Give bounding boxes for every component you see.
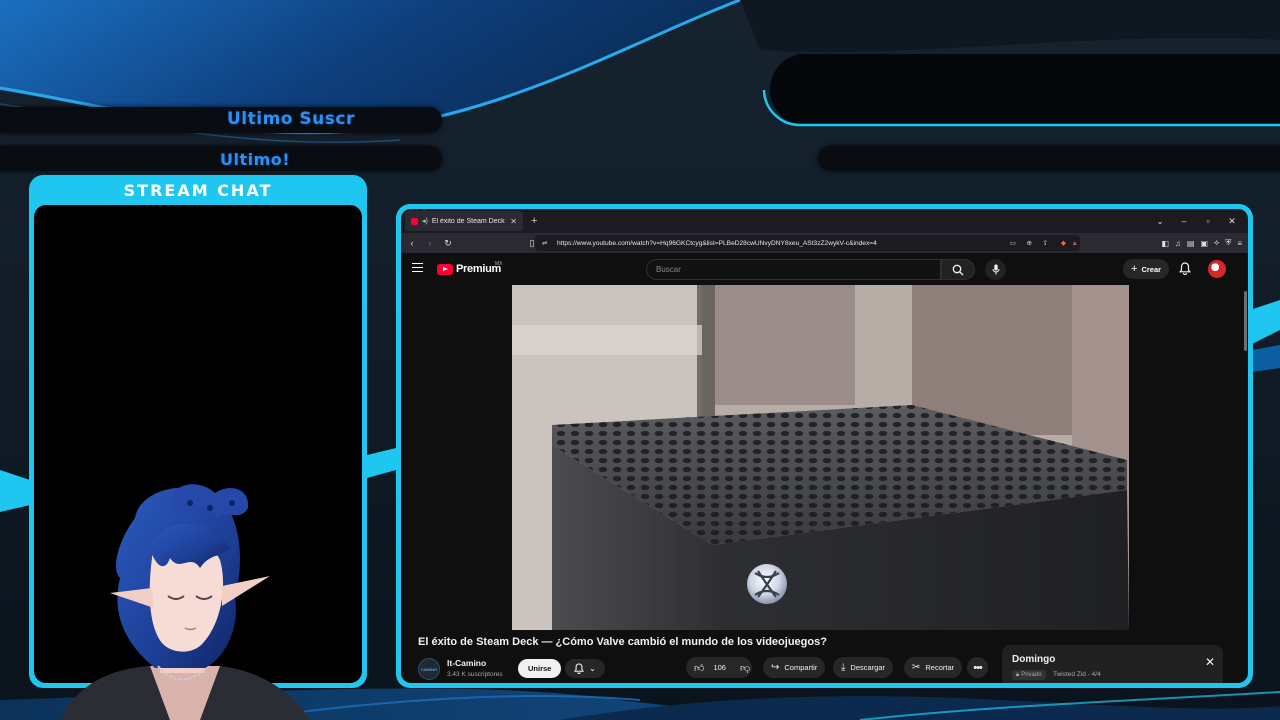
channel-avatar-text: CAMINO — [421, 666, 437, 672]
like-count: 106 — [713, 663, 726, 672]
navigation-bar: ‹ › ↻ ▯ ⇌ https://www.youtube.com/watch?… — [401, 233, 1248, 253]
right-info-bar — [818, 146, 1280, 171]
wallet-icon[interactable]: ⟡ — [1214, 238, 1219, 248]
privacy-label: Privado — [1021, 672, 1042, 678]
video-player[interactable] — [512, 285, 1129, 630]
bell-icon — [574, 663, 585, 674]
clip-button[interactable]: ✂ Recortar — [904, 657, 963, 678]
screenshot-icon[interactable]: ▭ — [1010, 239, 1016, 247]
menu-icon[interactable]: ≡ — [1237, 239, 1242, 248]
close-window-icon[interactable]: ✕ — [1220, 216, 1244, 227]
channel-name[interactable]: It-Camino — [447, 658, 486, 668]
more-icon: ••• — [973, 661, 983, 674]
alert-icon[interactable]: ▲ — [1071, 240, 1078, 247]
create-label: Crear — [1141, 264, 1162, 274]
notifications-button[interactable] — [1179, 262, 1191, 280]
last-subscriber-label: Ultimo Suscr — [227, 109, 355, 129]
youtube-favicon-icon — [411, 217, 418, 225]
playlist-panel[interactable]: Domingo 🔒︎ Privado Twisted Zid - 4/4 ✕ — [1002, 645, 1223, 683]
share-icon[interactable]: ⇪ — [1042, 239, 1048, 247]
privacy-badge: 🔒︎ Privado — [1012, 670, 1046, 680]
minimize-icon[interactable]: – — [1172, 216, 1196, 226]
tab-title: El éxito de Steam Deck — ¿Có — [431, 217, 506, 225]
sidebar-icon[interactable]: ◧ — [1161, 239, 1169, 248]
like-button[interactable]: 👍︎ 106 👎︎ — [686, 657, 752, 678]
chevron-down-icon[interactable]: ⌄ — [1148, 216, 1172, 227]
search-placeholder: Buscar — [656, 265, 681, 274]
voice-search-button[interactable] — [985, 259, 1006, 280]
zoom-icon[interactable]: ⊕ — [1026, 239, 1032, 247]
address-bar[interactable]: ⇌ https://www.youtube.com/watch?v=Hq96GK… — [535, 235, 1080, 251]
more-actions-button[interactable]: ••• — [967, 657, 988, 678]
speaker-icon[interactable]: ◂) — [422, 217, 428, 225]
bell-icon — [1179, 262, 1191, 275]
share-label: Compartir — [784, 663, 818, 672]
hamburger-menu-icon[interactable] — [412, 263, 423, 272]
maximize-icon[interactable]: ▫ — [1196, 216, 1220, 226]
share-button[interactable]: ↪ Compartir — [763, 657, 826, 678]
youtube-play-icon — [437, 263, 453, 275]
url-text: https://www.youtube.com/watch?v=Hq96GKCt… — [557, 239, 877, 247]
subscriber-count: 3.43 K suscriptores — [447, 671, 503, 678]
user-avatar[interactable] — [1208, 260, 1226, 278]
new-tab-icon[interactable]: + — [531, 215, 537, 227]
last-subscriber-bar — [0, 107, 442, 133]
reload-icon[interactable]: ↻ — [441, 238, 455, 249]
channel-avatar[interactable]: CAMINO — [418, 658, 440, 680]
download-icon: ⤓ — [841, 662, 846, 673]
subscription-bell-button[interactable]: ⌄ — [565, 659, 605, 678]
region-code: MX — [495, 261, 503, 267]
browser-window: ◂) El éxito de Steam Deck — ¿Có ✕ + ⌄ – … — [401, 209, 1248, 683]
create-button[interactable]: + Crear — [1123, 259, 1170, 279]
microphone-icon — [992, 264, 999, 275]
reader-icon[interactable]: ▤ — [1187, 239, 1195, 248]
thumbs-up-icon: 👍︎ — [694, 662, 705, 674]
download-label: Descargar — [850, 663, 886, 672]
shield-icon[interactable]: ⛨ — [1225, 238, 1231, 248]
window-controls: ⌄ – ▫ ✕ — [1148, 209, 1244, 233]
youtube-logo[interactable]: Premium — [437, 263, 501, 275]
close-tab-icon[interactable]: ✕ — [510, 217, 517, 226]
tab-icon[interactable]: ▣ — [1200, 239, 1208, 248]
video-title: El éxito de Steam Deck — ¿Cómo Valve cam… — [418, 636, 827, 648]
browser-tab[interactable]: ◂) El éxito de Steam Deck — ¿Có ✕ — [405, 211, 523, 231]
search-icon — [952, 264, 964, 275]
search-button[interactable] — [941, 259, 975, 280]
toolbar-icons: ◧ ♫ ▤ ▣ ⟡ ⛨ ≡ — [1161, 233, 1242, 253]
chat-title: STREAM CHAT — [123, 181, 273, 200]
download-button[interactable]: ⤓ Descargar — [833, 657, 894, 678]
lock-icon: 🔒︎ — [1016, 671, 1020, 678]
clip-label: Recortar — [925, 663, 955, 672]
youtube-header: Premium MX Buscar + Crear — [401, 253, 1248, 285]
search-input[interactable]: Buscar — [646, 259, 941, 280]
playlist-meta: Twisted Zid - 4/4 — [1053, 671, 1101, 678]
tune-icon[interactable]: ⇌ — [542, 239, 548, 247]
music-icon[interactable]: ♫ — [1175, 239, 1181, 248]
share-arrow-icon: ↪ — [771, 662, 780, 673]
plus-icon: + — [1131, 263, 1138, 275]
brave-icon[interactable]: ◆ — [1061, 239, 1066, 247]
browser-frame: ◂) El éxito de Steam Deck — ¿Có ✕ + ⌄ – … — [396, 204, 1253, 688]
thumbs-down-icon[interactable]: 👎︎ — [740, 662, 750, 674]
tab-bar: ◂) El éxito de Steam Deck — ¿Có ✕ + ⌄ – … — [401, 209, 1248, 233]
vtuber-avatar — [60, 484, 310, 720]
forward-icon[interactable]: › — [423, 238, 437, 248]
back-icon[interactable]: ‹ — [405, 238, 419, 248]
video-frame — [512, 285, 1129, 630]
last-event-label: Ultimo! — [220, 150, 291, 169]
join-button[interactable]: Unirse — [518, 659, 562, 678]
page-scrollbar[interactable] — [1244, 291, 1247, 351]
scissors-icon: ✂ — [912, 662, 921, 673]
close-playlist-icon[interactable]: ✕ — [1205, 655, 1215, 669]
playlist-title: Domingo — [1012, 654, 1056, 665]
join-label: Unirse — [528, 664, 552, 673]
chevron-down-icon: ⌄ — [589, 664, 596, 673]
